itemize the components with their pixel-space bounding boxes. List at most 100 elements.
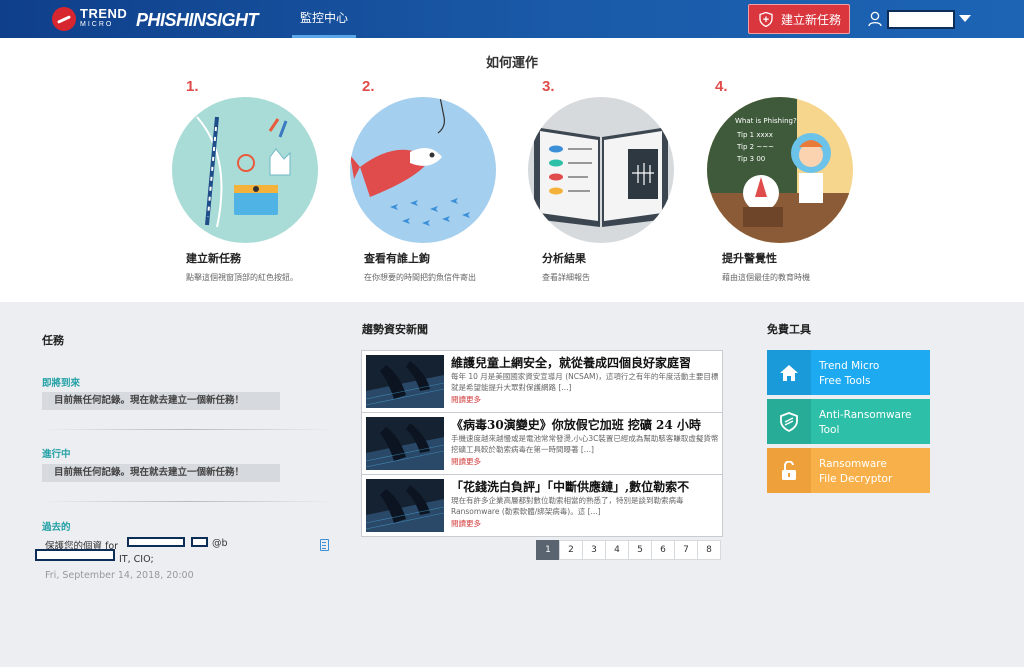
step-1-illustration bbox=[172, 97, 318, 243]
upcoming-empty-message[interactable]: 目前無任何記錄。現在就去建立一個新任務！ bbox=[42, 392, 280, 410]
in-progress-label: 進行中 bbox=[42, 449, 71, 460]
news-summary: 手機速度越來越慢或是電池常常發燙,小心3C裝置已經成為幫助駭客賺取虛擬貨幣挖礦工… bbox=[451, 434, 719, 454]
create-task-label: 建立新任務 bbox=[781, 12, 842, 27]
user-menu-caret-icon[interactable] bbox=[959, 15, 971, 22]
in-progress-empty-message[interactable]: 目前無任何記錄。現在就去建立一個新任務！ bbox=[42, 464, 280, 482]
tool-label-line1: Ransomware bbox=[819, 458, 887, 470]
page-button[interactable]: 4 bbox=[605, 540, 629, 560]
how-it-works-title: 如何運作 bbox=[485, 56, 538, 71]
tool-trend-micro-free-tools[interactable]: Trend Micro Free Tools bbox=[767, 350, 930, 395]
tasks-title: 任務 bbox=[42, 334, 64, 347]
redacted-field bbox=[127, 537, 185, 547]
page-button[interactable]: 2 bbox=[559, 540, 583, 560]
tool-label: Trend Micro Free Tools bbox=[819, 359, 929, 389]
home-icon bbox=[767, 350, 811, 395]
tool-label: Anti-Ransomware Tool bbox=[819, 408, 929, 438]
step-3-illustration bbox=[528, 97, 674, 243]
step-number: 3. bbox=[542, 78, 555, 95]
step-3: 3. 分析結果 查看詳細報告 bbox=[528, 78, 698, 284]
page-button[interactable]: 5 bbox=[628, 540, 652, 560]
classroom-icon: What is Phishing? Tip 1 xxxx Tip 2 ~~~ T… bbox=[707, 97, 853, 243]
page-button[interactable]: 1 bbox=[536, 540, 560, 560]
step-number: 2. bbox=[362, 78, 375, 95]
step-description: 藉由這個最佳的教育時機 bbox=[722, 273, 810, 282]
tool-label-line2: Tool bbox=[819, 424, 840, 436]
tool-label: Ransomware File Decryptor bbox=[819, 457, 929, 487]
board-line-3: Tip 2 ~~~ bbox=[736, 143, 774, 151]
tool-label-line2: Free Tools bbox=[819, 375, 871, 387]
page-button[interactable]: 7 bbox=[674, 540, 698, 560]
news-item[interactable]: 《病毒30演變史》你放假它加班 挖礦 24 小時 手機速度越來越慢或是電池常常發… bbox=[361, 412, 723, 475]
hooked-fish-icon bbox=[350, 97, 496, 243]
user-icon[interactable] bbox=[868, 11, 882, 27]
page-button[interactable]: 3 bbox=[582, 540, 606, 560]
step-title: 提升警覺性 bbox=[722, 252, 777, 265]
divider bbox=[42, 429, 334, 430]
hacker-keyboard-image bbox=[366, 355, 444, 408]
page-button[interactable]: 6 bbox=[651, 540, 675, 560]
news-headline[interactable]: 《病毒30演變史》你放假它加班 挖礦 24 小時 bbox=[451, 416, 721, 433]
tool-ransomware-file-decryptor[interactable]: Ransomware File Decryptor bbox=[767, 448, 930, 493]
shield-plus-icon bbox=[759, 11, 773, 27]
upcoming-label: 即將到來 bbox=[42, 378, 81, 389]
step-title: 建立新任務 bbox=[186, 252, 241, 265]
news-headline[interactable]: 「花錢洗白負評」「中斷供應鏈」,數位勒索不 bbox=[451, 478, 721, 495]
step-title: 分析結果 bbox=[542, 252, 586, 265]
report-document-icon[interactable] bbox=[320, 539, 329, 551]
news-thumbnail[interactable] bbox=[366, 355, 444, 408]
create-task-button[interactable]: 建立新任務 bbox=[748, 4, 850, 34]
read-more-link[interactable]: 閱讀更多 bbox=[451, 394, 481, 405]
news-headline[interactable]: 維護兒童上網安全，就從養成四個良好家庭習 bbox=[451, 354, 721, 371]
step-4: 4. What is Phishing? Tip 1 xxxx Tip 2 ~~… bbox=[707, 78, 877, 284]
read-more-link[interactable]: 閱讀更多 bbox=[451, 456, 481, 467]
past-label: 過去的 bbox=[42, 522, 71, 533]
step-description: 點擊這個視窗頂部的紅色按鈕。 bbox=[186, 273, 298, 282]
page-button[interactable]: 8 bbox=[697, 540, 721, 560]
hacker-keyboard-image bbox=[366, 417, 444, 470]
tool-anti-ransomware[interactable]: Anti-Ransomware Tool bbox=[767, 399, 930, 444]
hacker-keyboard-image bbox=[366, 479, 444, 532]
username-redacted[interactable] bbox=[887, 10, 955, 29]
news-item[interactable]: 「花錢洗白負評」「中斷供應鏈」,數位勒索不 現在有許多企業高層都對數位勒索相當的… bbox=[361, 474, 723, 537]
divider bbox=[42, 501, 334, 502]
step-number: 1. bbox=[186, 78, 199, 95]
news-thumbnail[interactable] bbox=[366, 479, 444, 532]
board-line-4: Tip 3 00 bbox=[736, 155, 765, 163]
product-logo[interactable]: PHISHINSIGHT bbox=[136, 10, 259, 31]
news-summary: 現在有許多企業高層都對數位勒索相當的熟悉了，特別是談到勒索病毒Ransomwar… bbox=[451, 496, 684, 516]
tab-monitoring-center[interactable]: 監控中心 bbox=[292, 0, 356, 38]
fishing-kit-icon bbox=[172, 97, 318, 243]
trend-micro-logo-icon[interactable] bbox=[52, 7, 76, 31]
news-title: 趨勢資安新聞 bbox=[362, 323, 428, 336]
news-pagination: 1 2 3 4 5 6 7 8 bbox=[536, 540, 721, 560]
shield-icon bbox=[767, 399, 811, 444]
tool-label-line2: File Decryptor bbox=[819, 473, 893, 485]
tool-label-line1: Anti-Ransomware bbox=[819, 409, 912, 421]
top-bar: TREND MICRO PHISHINSIGHT 監控中心 建立新任務 bbox=[0, 0, 1024, 38]
how-it-works-section: 如何運作 1. 建立新任務 點擊這個視窗頂部的紅色按鈕。 2. 查看有誰上鉤 在… bbox=[0, 38, 1024, 302]
step-title: 查看有誰上鉤 bbox=[364, 252, 430, 265]
brand-trend: TREND bbox=[80, 6, 128, 21]
board-line-2: Tip 1 xxxx bbox=[736, 131, 773, 139]
news-item[interactable]: 維護兒童上網安全，就從養成四個良好家庭習 每年 10 月是美國國家資安宣導月 (… bbox=[361, 350, 723, 413]
step-description: 查看詳細報告 bbox=[542, 273, 590, 282]
brand-micro: MICRO bbox=[80, 21, 114, 28]
past-task-date: Fri, September 14, 2018, 20:00 bbox=[45, 570, 194, 581]
news-thumbnail[interactable] bbox=[366, 417, 444, 470]
step-number: 4. bbox=[715, 78, 728, 95]
redacted-field bbox=[35, 549, 115, 561]
past-task-recipients: IT, CIO; bbox=[119, 554, 154, 565]
tool-label-line1: Trend Micro bbox=[819, 360, 880, 372]
unlock-icon bbox=[767, 448, 811, 493]
news-summary: 每年 10 月是美國國家資安宣導月 (NCSAM)，這項行之有年的年度活動主要目… bbox=[451, 372, 719, 392]
read-more-link[interactable]: 閱讀更多 bbox=[451, 518, 481, 529]
step-1: 1. 建立新任務 點擊這個視窗頂部的紅色按鈕。 bbox=[172, 78, 342, 284]
report-book-icon bbox=[528, 97, 674, 243]
past-task-title-suffix: @b bbox=[212, 538, 228, 549]
step-description: 在你想要的時間把釣魚信件寄出 bbox=[364, 273, 476, 282]
step-2: 2. 查看有誰上鉤 在你想要的時間把釣魚信件寄出 bbox=[350, 78, 520, 284]
free-tools-title: 免費工具 bbox=[767, 323, 811, 336]
redacted-field bbox=[191, 537, 208, 547]
step-2-illustration bbox=[350, 97, 496, 243]
board-line-1: What is Phishing? bbox=[735, 117, 797, 125]
